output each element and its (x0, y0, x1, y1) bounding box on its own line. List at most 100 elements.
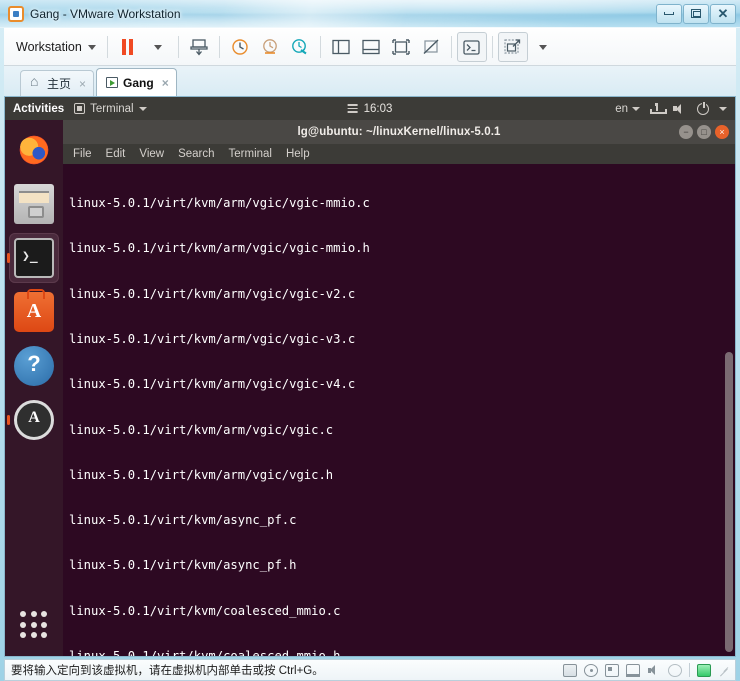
tab-close-icon[interactable]: × (79, 77, 86, 91)
home-icon (30, 73, 42, 90)
show-library-button[interactable] (326, 32, 356, 62)
vmware-toolbar: Workstation (4, 28, 736, 66)
notifications-icon (347, 104, 358, 113)
vmware-window-title: Gang - VMware Workstation (30, 6, 181, 21)
cd-dvd-icon[interactable] (584, 663, 598, 677)
keyboard-layout-button[interactable]: en (615, 103, 640, 115)
app-menu-button[interactable]: Terminal (74, 102, 147, 115)
tab-home[interactable]: 主页 × (20, 70, 95, 96)
snapshot-settings-button[interactable] (285, 32, 315, 62)
terminal-close-button[interactable]: × (715, 125, 729, 139)
vm-settings-dropdown[interactable] (528, 32, 558, 62)
keyboard-layout-label: en (615, 102, 628, 115)
toolbar-divider (450, 36, 452, 58)
fullscreen-icon (392, 39, 410, 55)
menu-help[interactable]: Help (286, 148, 310, 160)
snapshot-manager-button[interactable] (255, 32, 285, 62)
vm-guest-screen[interactable]: Activities Terminal 16:03 en ❯_ A ? A lg… (4, 96, 736, 657)
workstation-menu-button[interactable]: Workstation (10, 32, 102, 62)
snapshot-wrench-icon (291, 39, 307, 55)
gnome-top-bar: Activities Terminal 16:03 en (5, 97, 735, 120)
resize-grip[interactable] (718, 665, 729, 676)
console-icon (463, 39, 480, 55)
power-icon[interactable] (697, 101, 709, 115)
pause-dropdown-button[interactable] (143, 32, 173, 62)
maximize-button[interactable] (683, 3, 709, 24)
take-snapshot-button[interactable] (184, 32, 214, 62)
dock-item-files[interactable] (9, 179, 59, 229)
vmware-tab-strip: 主页 × Gang × (4, 66, 736, 96)
show-applications-grid-icon (20, 611, 48, 639)
toolbar-divider (106, 36, 108, 58)
show-thumbnails-button[interactable] (356, 32, 386, 62)
terminal-menu-bar: File Edit View Search Terminal Help (63, 144, 735, 164)
unity-mode-button[interactable] (416, 32, 446, 62)
show-applications-button[interactable] (9, 600, 59, 650)
hard-disk-icon[interactable] (563, 663, 577, 677)
chevron-down-icon (153, 44, 162, 50)
terminal-minimize-button[interactable]: − (679, 125, 693, 139)
vmware-icon (8, 5, 24, 22)
menu-file[interactable]: File (73, 148, 92, 160)
clock-button[interactable]: 16:03 (347, 103, 392, 115)
dock-item-terminal[interactable] (9, 233, 59, 283)
network-icon[interactable] (650, 103, 667, 114)
help-icon (14, 346, 54, 386)
activities-button[interactable]: Activities (13, 103, 64, 115)
minimize-icon (664, 12, 674, 15)
menu-search[interactable]: Search (178, 148, 214, 160)
tab-gang[interactable]: Gang × (96, 68, 177, 96)
menu-terminal[interactable]: Terminal (229, 148, 272, 160)
close-button[interactable]: ✕ (710, 3, 736, 24)
dock-item-firefox[interactable] (9, 125, 59, 175)
output-line: linux-5.0.1/virt/kvm/coalesced_mmio.c (69, 603, 341, 618)
tab-gang-label: Gang (123, 75, 154, 90)
status-divider (689, 663, 690, 677)
terminal-maximize-button[interactable]: □ (697, 125, 711, 139)
tab-close-icon[interactable]: × (162, 76, 169, 90)
desktop-body: lg@ubuntu: ~/linuxKernel/linux-5.0.1 − □… (5, 120, 735, 656)
app-menu-label: Terminal (90, 102, 134, 115)
menu-edit[interactable]: Edit (106, 148, 126, 160)
vmware-title-bar: Gang - VMware Workstation ✕ (0, 0, 740, 28)
toolbar-divider (319, 36, 321, 58)
files-icon (14, 184, 54, 224)
toolbar-divider (491, 36, 493, 58)
menu-view[interactable]: View (139, 148, 164, 160)
network-adapter-icon[interactable] (605, 663, 619, 677)
vmware-workstation-window: Gang - VMware Workstation ✕ Workstation (0, 0, 740, 681)
vmware-status-bar: 要将输入定向到该虚拟机，请在虚拟机内部单击或按 Ctrl+G。 (4, 659, 736, 681)
vm-settings-button[interactable] (497, 32, 528, 62)
dock-item-ubuntu-software[interactable] (9, 287, 59, 337)
output-line: linux-5.0.1/virt/kvm/arm/vgic/vgic-v3.c (69, 332, 356, 347)
ubuntu-software-icon (14, 289, 54, 332)
terminal-body[interactable]: linux-5.0.1/virt/kvm/arm/vgic/vgic-mmio.… (63, 164, 735, 656)
pause-vm-button[interactable] (113, 32, 143, 62)
revert-snapshot-button[interactable] (225, 32, 255, 62)
sound-card-icon[interactable] (647, 664, 661, 677)
snapshot-manager-icon (262, 39, 277, 54)
toolbar-divider (177, 36, 179, 58)
dock-item-help[interactable] (9, 341, 59, 391)
chevron-down-icon (87, 44, 96, 50)
chevron-down-icon[interactable] (719, 106, 727, 111)
output-line: linux-5.0.1/virt/kvm/coalesced_mmio.h (69, 649, 341, 656)
dock-item-software-updater[interactable] (9, 395, 59, 445)
terminal-window-controls: − □ × (679, 120, 729, 144)
terminal-scrollbar[interactable] (723, 164, 735, 656)
scrollbar-thumb[interactable] (725, 352, 733, 652)
console-view-button[interactable] (456, 32, 487, 62)
maximize-icon (691, 9, 701, 18)
terminal-output[interactable]: linux-5.0.1/virt/kvm/arm/vgic/vgic-mmio.… (63, 164, 723, 656)
volume-icon[interactable] (673, 103, 687, 115)
output-line: linux-5.0.1/virt/kvm/async_pf.h (69, 558, 297, 573)
ubuntu-dock (5, 120, 63, 656)
fullscreen-button[interactable] (386, 32, 416, 62)
output-line: linux-5.0.1/virt/kvm/arm/vgic/vgic-v2.c (69, 286, 356, 301)
printer-icon[interactable] (668, 663, 682, 677)
snapshot-revert-icon (232, 39, 248, 55)
usb-icon[interactable] (626, 663, 640, 677)
vm-settings-icon (504, 39, 521, 54)
output-line: linux-5.0.1/virt/kvm/arm/vgic/vgic.h (69, 467, 334, 482)
minimize-button[interactable] (656, 3, 682, 24)
